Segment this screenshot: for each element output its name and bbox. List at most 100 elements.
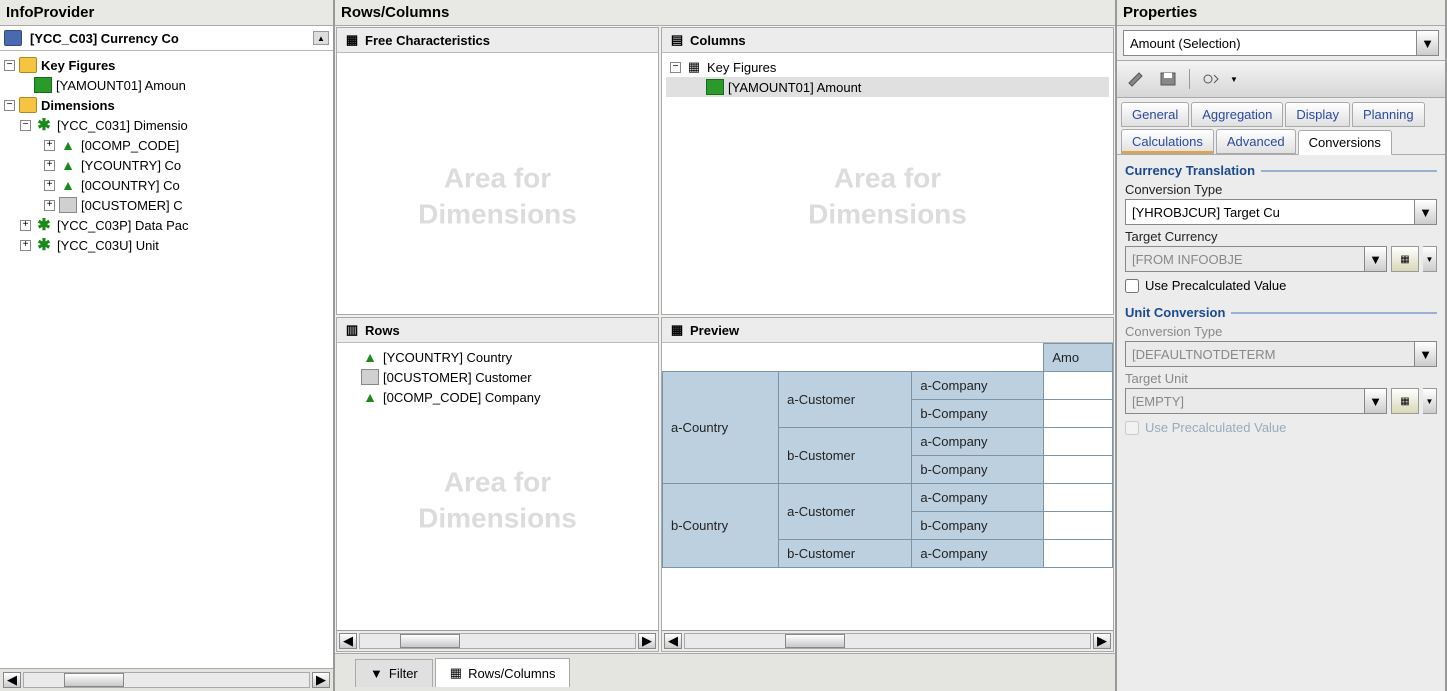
columns-label: Columns bbox=[690, 33, 746, 48]
unit-conv-type-combo: ▼ bbox=[1125, 341, 1437, 367]
amount-column-header: Amo bbox=[1044, 344, 1113, 372]
scrollbar-track[interactable] bbox=[359, 633, 636, 649]
property-selector-input[interactable] bbox=[1124, 36, 1416, 51]
expand-icon[interactable]: + bbox=[20, 220, 31, 231]
use-precalc-checkbox[interactable]: Use Precalculated Value bbox=[1125, 278, 1437, 293]
tree-dim3[interactable]: + ✱ [YCC_C03U] Unit bbox=[0, 235, 333, 255]
collapse-icon[interactable]: − bbox=[4, 60, 15, 71]
columns-root[interactable]: − ▦ Key Figures bbox=[666, 57, 1109, 77]
dim3-label: [YCC_C03U] Unit bbox=[57, 238, 159, 253]
variable-button[interactable]: ▦ bbox=[1391, 388, 1419, 414]
free-chars-header: ▦ Free Characteristics bbox=[337, 28, 658, 53]
tree-kf-item[interactable]: [YAMOUNT01] Amoun bbox=[0, 75, 333, 95]
expand-icon[interactable]: + bbox=[20, 240, 31, 251]
tab-display[interactable]: Display bbox=[1285, 102, 1350, 127]
tree-key-figures[interactable]: − Key Figures bbox=[0, 55, 333, 75]
preview-cell: b-Company bbox=[912, 400, 1044, 428]
columns-item[interactable]: [YAMOUNT01] Amount bbox=[666, 77, 1109, 97]
characteristic-icon: ▲ bbox=[59, 137, 77, 153]
use-precalc-label: Use Precalculated Value bbox=[1145, 278, 1286, 293]
properties-title: Properties bbox=[1117, 0, 1445, 26]
row-item[interactable]: ▲ [0COMP_CODE] Company bbox=[341, 387, 654, 407]
preview-cell: a-Company bbox=[912, 484, 1044, 512]
tab-filter[interactable]: ▼ Filter bbox=[355, 659, 433, 687]
chevron-down-icon[interactable]: ▼ bbox=[1414, 200, 1436, 224]
scroll-left-icon[interactable]: ◀ bbox=[3, 672, 21, 688]
chevron-down-icon[interactable]: ▼ bbox=[1423, 246, 1437, 272]
free-characteristics-pane[interactable]: ▦ Free Characteristics Area for Dimensio… bbox=[336, 27, 659, 315]
property-selector-combo[interactable]: ▼ bbox=[1123, 30, 1439, 56]
expand-icon[interactable]: + bbox=[44, 180, 55, 191]
scrollbar-thumb[interactable] bbox=[64, 673, 124, 687]
tab-general[interactable]: General bbox=[1121, 102, 1189, 127]
tab-conversions[interactable]: Conversions bbox=[1298, 130, 1392, 155]
checkbox-input[interactable] bbox=[1125, 279, 1139, 293]
tree-dimensions[interactable]: − Dimensions bbox=[0, 95, 333, 115]
tab-advanced[interactable]: Advanced bbox=[1216, 129, 1296, 154]
scroll-up-icon[interactable]: ▲ bbox=[313, 31, 329, 45]
tab-calculations[interactable]: Calculations bbox=[1121, 129, 1214, 154]
collapse-icon[interactable]: − bbox=[670, 62, 681, 73]
tree-char[interactable]: + ▲ [YCOUNTRY] Co bbox=[0, 155, 333, 175]
edit-icon[interactable] bbox=[1123, 67, 1149, 91]
tab-aggregation[interactable]: Aggregation bbox=[1191, 102, 1283, 127]
scrollbar-thumb[interactable] bbox=[400, 634, 460, 648]
infoprovider-root-row[interactable]: [YCC_C03] Currency Co ▲ bbox=[0, 26, 333, 51]
rowscols-panel: Rows/Columns ▦ Free Characteristics Area… bbox=[335, 0, 1117, 691]
chevron-down-icon[interactable]: ▼ bbox=[1423, 388, 1437, 414]
tree-dim1[interactable]: − ✱ [YCC_C031] Dimensio bbox=[0, 115, 333, 135]
row-item[interactable]: [0CUSTOMER] Customer bbox=[341, 367, 654, 387]
conversion-type-combo[interactable]: ▼ bbox=[1125, 199, 1437, 225]
row-item-label: [0COMP_CODE] Company bbox=[383, 390, 541, 405]
technical-name-icon[interactable] bbox=[1198, 67, 1224, 91]
target-unit-label: Target Unit bbox=[1125, 371, 1437, 386]
chevron-down-icon[interactable]: ▼ bbox=[1416, 31, 1438, 55]
infoprovider-tree[interactable]: − Key Figures [YAMOUNT01] Amoun − Dimens… bbox=[0, 51, 333, 668]
checkbox-input bbox=[1125, 421, 1139, 435]
key-figures-label: Key Figures bbox=[41, 58, 115, 73]
preview-cell: b-Country bbox=[663, 484, 779, 568]
expand-icon[interactable]: + bbox=[44, 200, 55, 211]
scrollbar-thumb[interactable] bbox=[785, 634, 845, 648]
scroll-right-icon[interactable]: ▶ bbox=[312, 672, 330, 688]
preview-icon: ▦ bbox=[668, 322, 686, 338]
infoprovider-hscroll[interactable]: ◀ ▶ bbox=[0, 668, 333, 691]
expand-icon[interactable]: + bbox=[44, 160, 55, 171]
scrollbar-track[interactable] bbox=[684, 633, 1091, 649]
watermark: Area for Dimensions bbox=[775, 160, 1001, 233]
tree-dim2[interactable]: + ✱ [YCC_C03P] Data Pac bbox=[0, 215, 333, 235]
key-figures-icon: ▦ bbox=[685, 59, 703, 75]
chevron-down-icon: ▼ bbox=[1414, 342, 1436, 366]
rows-hscroll[interactable]: ◀ ▶ bbox=[337, 630, 658, 651]
conversion-type-input[interactable] bbox=[1126, 205, 1414, 220]
columns-pane[interactable]: ▤ Columns − ▦ Key Figures [YAMOUNT01] Am… bbox=[661, 27, 1114, 315]
chevron-down-icon: ▼ bbox=[1364, 247, 1386, 271]
chevron-down-icon[interactable]: ▼ bbox=[1230, 75, 1238, 84]
collapse-icon[interactable]: − bbox=[20, 120, 31, 131]
tree-char[interactable]: + ▲ [0COMP_CODE] bbox=[0, 135, 333, 155]
row-item-label: [YCOUNTRY] Country bbox=[383, 350, 512, 365]
expand-icon[interactable]: + bbox=[44, 140, 55, 151]
tree-char[interactable]: + [0CUSTOMER] C bbox=[0, 195, 333, 215]
row-item[interactable]: ▲ [YCOUNTRY] Country bbox=[341, 347, 654, 367]
scroll-left-icon[interactable]: ◀ bbox=[339, 633, 357, 649]
save-icon[interactable] bbox=[1155, 67, 1181, 91]
preview-cell: a-Company bbox=[912, 372, 1044, 400]
scrollbar-track[interactable] bbox=[23, 672, 310, 688]
preview-cell: b-Company bbox=[912, 512, 1044, 540]
scroll-right-icon[interactable]: ▶ bbox=[1093, 633, 1111, 649]
tab-rowscols[interactable]: ▦ Rows/Columns bbox=[435, 658, 571, 687]
tree-char[interactable]: + ▲ [0COUNTRY] Co bbox=[0, 175, 333, 195]
folder-icon bbox=[19, 57, 37, 73]
tab-planning[interactable]: Planning bbox=[1352, 102, 1425, 127]
variable-button[interactable]: ▦ bbox=[1391, 246, 1419, 272]
cube-icon bbox=[4, 30, 22, 46]
unit-conv-type-input bbox=[1126, 347, 1414, 362]
rows-pane[interactable]: ▥ Rows ▲ [YCOUNTRY] Country [0CUSTOMER] … bbox=[336, 317, 659, 652]
scroll-right-icon[interactable]: ▶ bbox=[638, 633, 656, 649]
separator bbox=[1189, 69, 1190, 89]
collapse-icon[interactable]: − bbox=[4, 100, 15, 111]
preview-cell: b-Customer bbox=[779, 428, 912, 484]
scroll-left-icon[interactable]: ◀ bbox=[664, 633, 682, 649]
preview-hscroll[interactable]: ◀ ▶ bbox=[662, 630, 1113, 651]
